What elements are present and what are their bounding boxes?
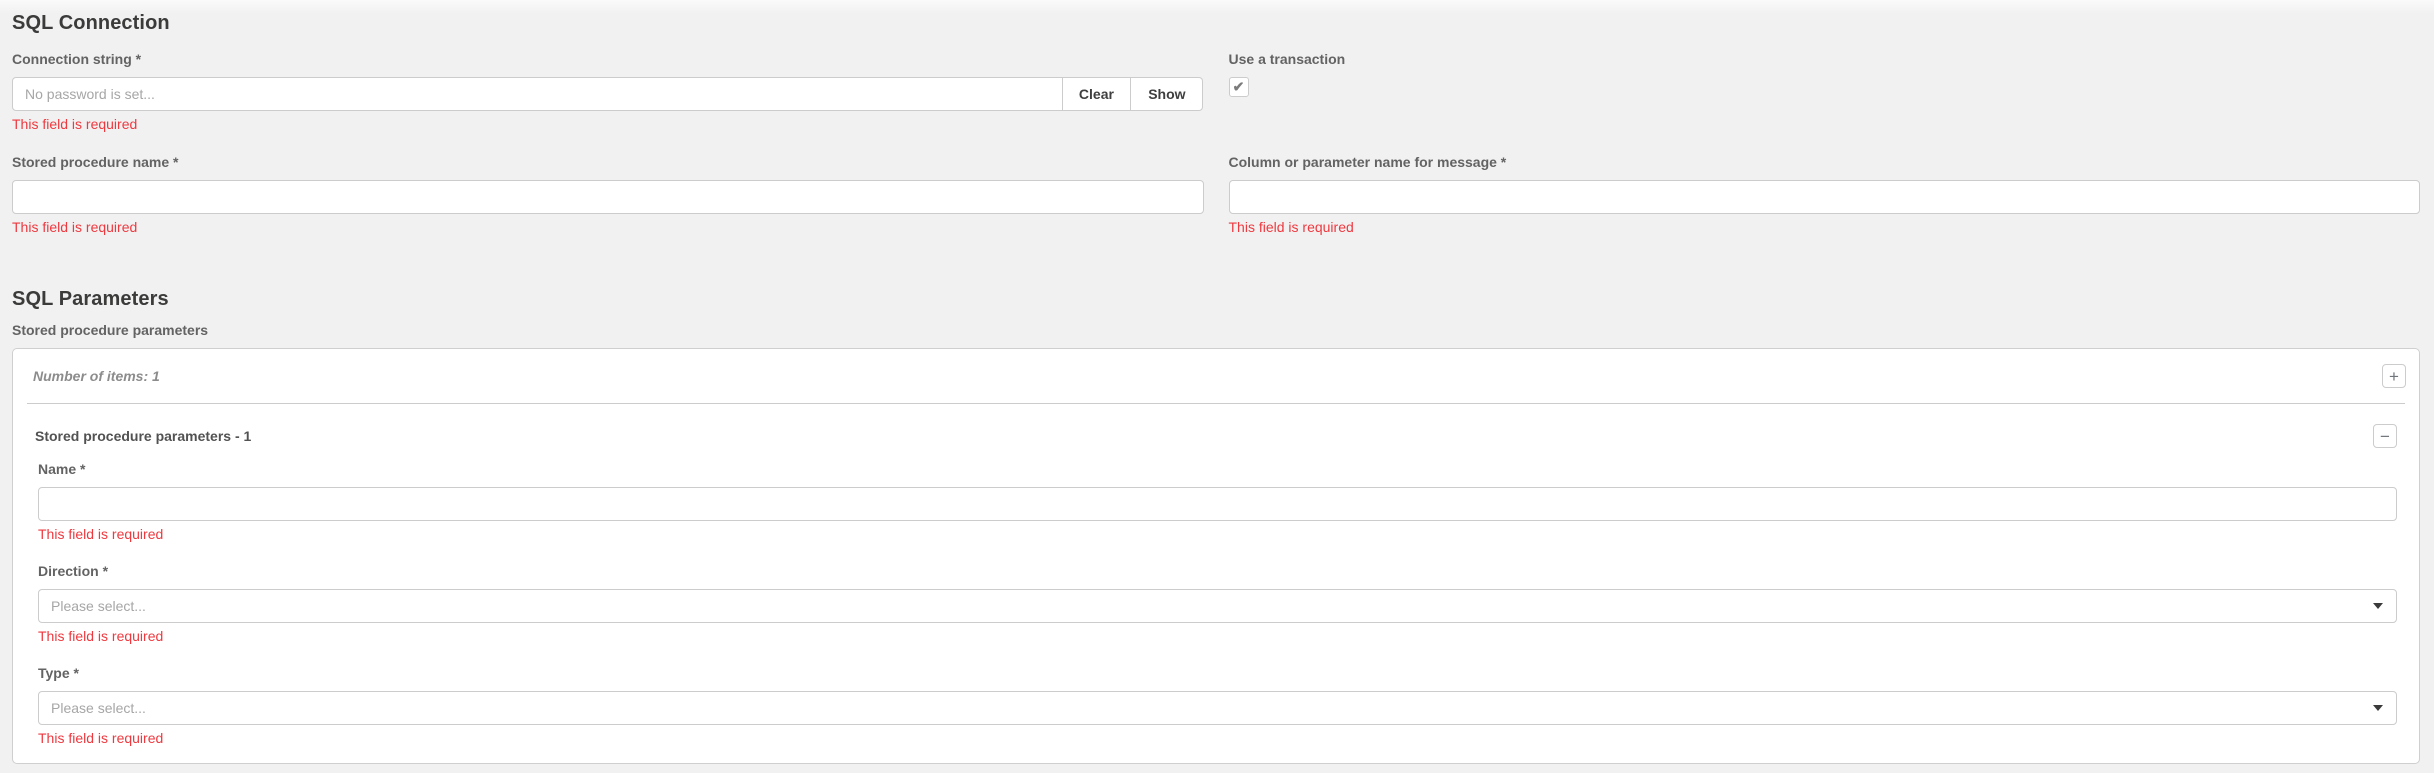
- show-button[interactable]: Show: [1130, 77, 1203, 111]
- parameter-type-field: Type * Please select... This field is re…: [38, 666, 2397, 745]
- column-or-parameter-error: This field is required: [1229, 220, 2421, 234]
- parameter-item-1: Stored procedure parameters - 1 − Name *…: [13, 404, 2419, 763]
- parameter-name-error: This field is required: [38, 527, 2397, 541]
- stored-procedure-name-input[interactable]: [12, 180, 1204, 214]
- add-item-button[interactable]: +: [2382, 364, 2406, 388]
- form-content: SQL Connection Connection string * Clear…: [0, 0, 2434, 764]
- parameters-collection-panel: Number of items: 1 + Stored procedure pa…: [12, 348, 2420, 764]
- parameter-type-error: This field is required: [38, 731, 2397, 745]
- connection-string-input[interactable]: [12, 77, 1063, 111]
- parameter-name-label: Name *: [38, 462, 2397, 476]
- sql-connection-row-2: Stored procedure name * This field is re…: [12, 155, 2420, 234]
- stored-procedure-name-error: This field is required: [12, 220, 1204, 234]
- type-select-placeholder: Please select...: [51, 700, 146, 716]
- column-or-parameter-input[interactable]: [1229, 180, 2421, 214]
- parameter-direction-select[interactable]: Please select...: [38, 589, 2397, 623]
- use-transaction-field: Use a transaction ✔: [1229, 52, 2421, 131]
- connection-string-label: Connection string *: [12, 52, 1204, 66]
- plus-icon: +: [2389, 368, 2399, 385]
- chevron-down-icon: [2373, 705, 2383, 711]
- connection-string-field: Connection string * Clear Show This fiel…: [12, 52, 1204, 131]
- parameter-type-select[interactable]: Please select...: [38, 691, 2397, 725]
- remove-item-button[interactable]: −: [2373, 424, 2397, 448]
- stored-procedure-name-field: Stored procedure name * This field is re…: [12, 155, 1204, 234]
- direction-select-placeholder: Please select...: [51, 598, 146, 614]
- use-transaction-label: Use a transaction: [1229, 52, 2421, 66]
- connection-string-input-group: Clear Show: [12, 77, 1204, 111]
- stored-procedure-name-label: Stored procedure name *: [12, 155, 1204, 169]
- parameter-direction-label: Direction *: [38, 564, 2397, 578]
- parameter-direction-error: This field is required: [38, 629, 2397, 643]
- column-or-parameter-field: Column or parameter name for message * T…: [1229, 155, 2421, 234]
- parameter-name-input[interactable]: [38, 487, 2397, 521]
- sql-connection-row-1: Connection string * Clear Show This fiel…: [12, 52, 2420, 131]
- items-count-label: Number of items: 1: [33, 368, 160, 384]
- parameter-type-label: Type *: [38, 666, 2397, 680]
- sql-connection-title: SQL Connection: [12, 12, 2420, 35]
- checkmark-icon: ✔: [1233, 80, 1245, 94]
- minus-icon: −: [2380, 428, 2390, 445]
- parameters-panel-header: Number of items: 1 +: [13, 349, 2419, 403]
- stored-procedure-parameters-label: Stored procedure parameters: [12, 323, 2420, 337]
- use-transaction-checkbox[interactable]: ✔: [1229, 77, 1249, 97]
- sql-parameters-title: SQL Parameters: [12, 288, 2420, 311]
- parameter-item-title: Stored procedure parameters - 1: [35, 429, 251, 443]
- connection-string-error: This field is required: [12, 117, 1204, 131]
- parameter-name-field: Name * This field is required: [38, 462, 2397, 541]
- column-or-parameter-label: Column or parameter name for message *: [1229, 155, 2421, 169]
- parameter-item-header: Stored procedure parameters - 1 −: [23, 424, 2397, 448]
- parameter-item-fields: Name * This field is required Direction …: [38, 462, 2397, 745]
- parameter-direction-field: Direction * Please select... This field …: [38, 564, 2397, 643]
- chevron-down-icon: [2373, 603, 2383, 609]
- clear-button[interactable]: Clear: [1062, 77, 1132, 111]
